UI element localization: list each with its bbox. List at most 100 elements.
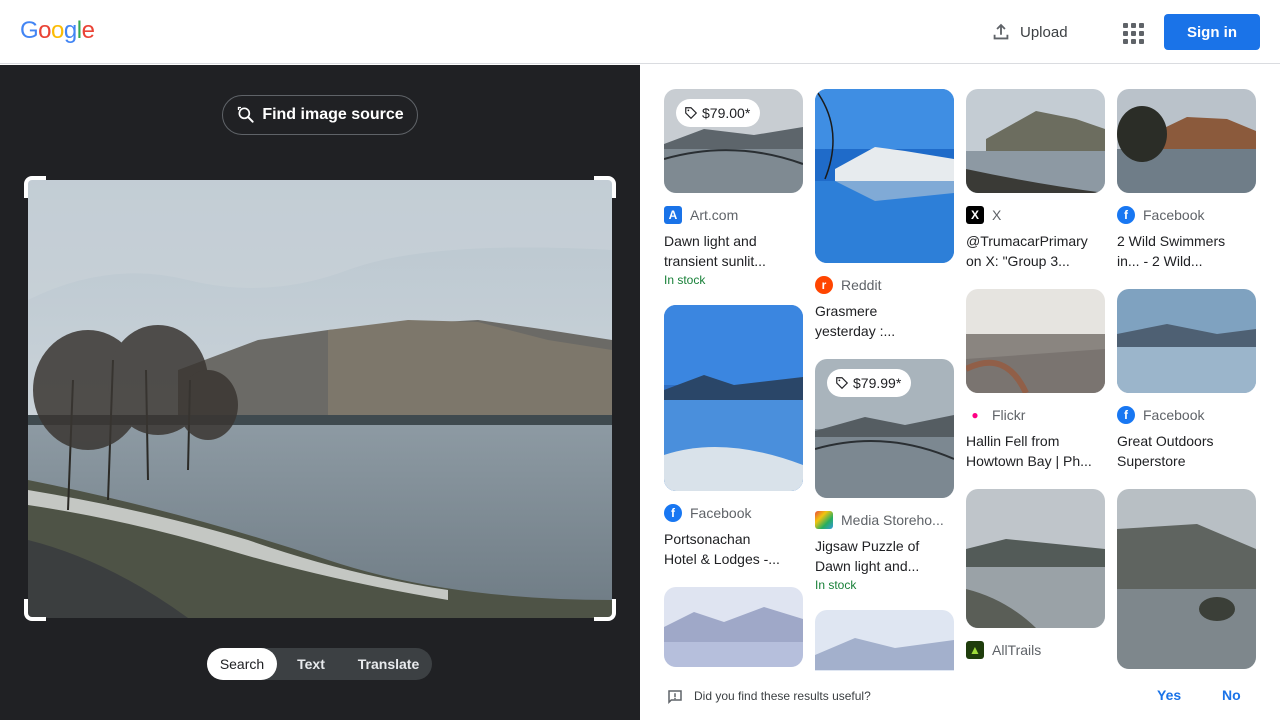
result-source-name: AllTrails bbox=[992, 642, 1042, 658]
find-image-source-label: Find image source bbox=[262, 106, 404, 123]
result-thumbnail[interactable]: $79.99* bbox=[815, 359, 954, 498]
upload-icon bbox=[993, 23, 1009, 40]
mode-translate-tab[interactable]: Translate bbox=[345, 648, 432, 680]
results-column: XX @TrumacarPrimary on X: "Group 3... ● Fl… bbox=[966, 89, 1105, 671]
result-source-name: X bbox=[992, 207, 1002, 223]
flickr-icon: ● bbox=[966, 406, 984, 424]
result-card[interactable]: f Facebook Portsonachan Hotel & Lodges -..… bbox=[664, 305, 803, 569]
result-card[interactable]: ● Flickr Hallin Fell from Howtown Bay | Ph… bbox=[966, 289, 1105, 471]
result-title[interactable]: @TrumacarPrimary on X: "Group 3... bbox=[966, 231, 1105, 271]
result-thumbnail[interactable] bbox=[664, 305, 803, 491]
upload-label: Upload bbox=[1020, 23, 1068, 41]
result-source: f Facebook bbox=[1117, 405, 1256, 425]
query-image-panel: Find image source Search Text Translate bbox=[0, 65, 640, 720]
stock-status: In stock bbox=[815, 578, 857, 592]
result-thumbnail[interactable] bbox=[966, 89, 1105, 193]
result-card[interactable]: ▲ AllTrails bbox=[966, 489, 1105, 660]
media-storehouse-icon bbox=[815, 511, 833, 529]
result-source-name: Facebook bbox=[1143, 207, 1205, 223]
result-source: Media Storeho... bbox=[815, 510, 954, 530]
stock-status: In stock bbox=[664, 273, 706, 287]
feedback-bar: Did you find these results useful? Yes N… bbox=[640, 671, 1280, 720]
results-column: $79.00* A Art.com Dawn light and transient… bbox=[664, 89, 803, 671]
reddit-icon: r bbox=[815, 276, 833, 294]
feedback-no-button[interactable]: No bbox=[1222, 687, 1241, 703]
result-card[interactable]: $79.99* Media Storeho... Jigsaw Puzzle o… bbox=[815, 359, 954, 592]
result-source: ▲ AllTrails bbox=[966, 640, 1105, 660]
feedback-icon bbox=[668, 690, 682, 705]
logo-letter: e bbox=[81, 17, 95, 44]
upload-button[interactable]: Upload bbox=[990, 18, 1068, 46]
result-card[interactable] bbox=[1117, 489, 1256, 669]
logo-letter: g bbox=[63, 17, 77, 44]
result-source-name: Reddit bbox=[841, 277, 882, 293]
apps-grid-icon[interactable] bbox=[1118, 18, 1146, 46]
result-source-name: Facebook bbox=[690, 505, 752, 521]
result-title[interactable]: Hallin Fell from Howtown Bay | Ph... bbox=[966, 431, 1105, 471]
result-source: ● Flickr bbox=[966, 405, 1105, 425]
crop-handle-bottom-right[interactable] bbox=[594, 599, 616, 621]
result-source: f Facebook bbox=[1117, 205, 1256, 225]
price-tag-icon bbox=[836, 377, 849, 390]
sign-in-button[interactable]: Sign in bbox=[1164, 14, 1260, 50]
result-source: f Facebook bbox=[664, 503, 803, 523]
header: Google Upload Sign in bbox=[0, 0, 1280, 64]
result-source-name: Art.com bbox=[690, 207, 739, 223]
facebook-icon: f bbox=[1117, 406, 1135, 424]
result-title[interactable]: 2 Wild Swimmers in... - 2 Wild... bbox=[1117, 231, 1256, 271]
result-source-name: Facebook bbox=[1143, 407, 1205, 423]
mode-search-tab[interactable]: Search bbox=[207, 648, 277, 680]
result-source: r Reddit bbox=[815, 275, 954, 295]
x-icon: X bbox=[966, 206, 984, 224]
price-tag-icon bbox=[685, 107, 698, 120]
price-badge: $79.00* bbox=[676, 99, 761, 127]
google-logo[interactable]: Google bbox=[20, 17, 95, 45]
logo-letter: o bbox=[38, 17, 52, 44]
result-title[interactable]: Great Outdoors Superstore bbox=[1117, 431, 1256, 471]
result-card[interactable]: f Facebook 2 Wild Swimmers in... - 2 Wild.… bbox=[1117, 89, 1256, 271]
result-thumbnail[interactable] bbox=[815, 610, 954, 671]
result-thumbnail[interactable] bbox=[1117, 89, 1256, 193]
feedback-question: Did you find these results useful? bbox=[694, 689, 871, 703]
result-title[interactable]: Portsonachan Hotel & Lodges -... bbox=[664, 529, 803, 569]
query-image bbox=[28, 180, 612, 618]
result-thumbnail[interactable] bbox=[1117, 289, 1256, 393]
result-source-name: Media Storeho... bbox=[841, 512, 944, 528]
logo-letter: o bbox=[51, 17, 64, 44]
price-badge: $79.99* bbox=[827, 369, 912, 397]
result-source-name: Flickr bbox=[992, 407, 1026, 423]
crop-handle-top-left[interactable] bbox=[24, 176, 46, 198]
crop-handle-top-right[interactable] bbox=[594, 176, 616, 198]
result-card[interactable]: XX @TrumacarPrimary on X: "Group 3... bbox=[966, 89, 1105, 271]
result-title[interactable]: Dawn light and transient sunlit... bbox=[664, 231, 803, 271]
result-thumbnail[interactable]: $79.00* bbox=[664, 89, 803, 193]
result-card[interactable] bbox=[664, 587, 803, 667]
alltrails-icon: ▲ bbox=[966, 641, 984, 659]
facebook-icon: f bbox=[664, 504, 682, 522]
results-column: r Reddit Grasmere yesterday :... $79.99* M… bbox=[815, 89, 954, 671]
facebook-icon: f bbox=[1117, 206, 1135, 224]
result-source: XX bbox=[966, 205, 1105, 225]
result-thumbnail[interactable] bbox=[966, 489, 1105, 628]
logo-letter: G bbox=[20, 17, 39, 44]
result-title[interactable]: Grasmere yesterday :... bbox=[815, 301, 954, 341]
result-card[interactable]: r Reddit Grasmere yesterday :... bbox=[815, 89, 954, 341]
feedback-yes-button[interactable]: Yes bbox=[1157, 687, 1181, 703]
result-source: A Art.com bbox=[664, 205, 803, 225]
price-text: $79.00* bbox=[702, 105, 751, 121]
crop-handle-bottom-left[interactable] bbox=[24, 599, 46, 621]
result-thumbnail[interactable] bbox=[966, 289, 1105, 393]
result-title[interactable]: Jigsaw Puzzle of Dawn light and... bbox=[815, 536, 954, 576]
result-thumbnail[interactable] bbox=[664, 587, 803, 667]
visual-matches-grid: $79.00* A Art.com Dawn light and transient… bbox=[640, 65, 1280, 671]
result-thumbnail[interactable] bbox=[1117, 489, 1256, 669]
find-image-source-button[interactable]: Find image source bbox=[222, 95, 418, 135]
mode-switcher: Search Text Translate bbox=[207, 648, 432, 680]
result-card[interactable]: $79.00* A Art.com Dawn light and transient… bbox=[664, 89, 803, 287]
result-card[interactable]: f Facebook Great Outdoors Superstore bbox=[1117, 289, 1256, 471]
mode-text-tab[interactable]: Text bbox=[277, 648, 345, 680]
result-thumbnail[interactable] bbox=[815, 89, 954, 263]
price-text: $79.99* bbox=[853, 375, 902, 391]
lens-search-icon bbox=[238, 106, 254, 123]
result-card[interactable] bbox=[815, 610, 954, 671]
